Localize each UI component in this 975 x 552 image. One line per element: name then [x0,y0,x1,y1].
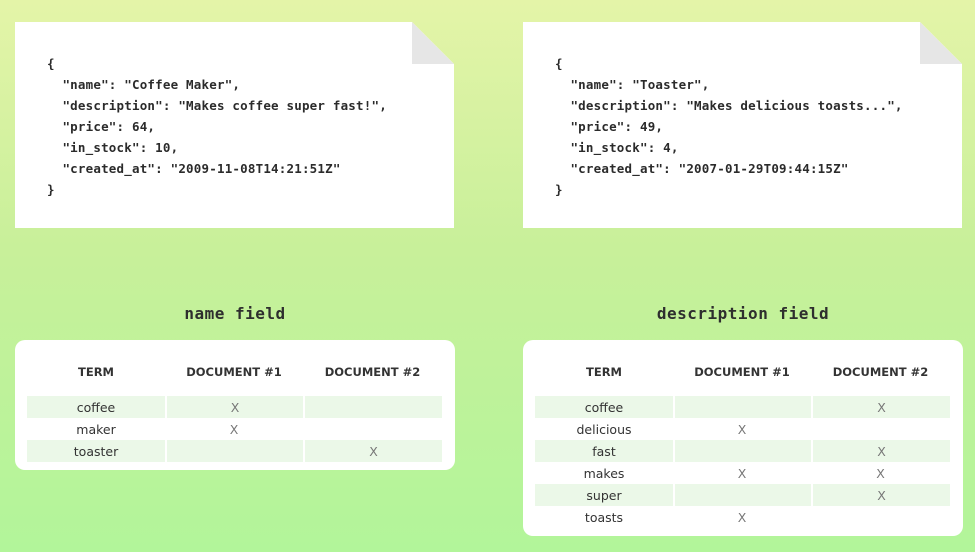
term-cell: maker [76,421,116,437]
doc2-cell: X [303,440,442,462]
doc2-cell: X [876,465,885,481]
page-fold [412,22,454,64]
doc1-cell: X [165,396,303,418]
doc1-cell: X [737,509,747,525]
doc1-cell [673,440,811,462]
doc2-cell: X [811,440,950,462]
header-document-1: DOCUMENT #1 [694,365,790,379]
description-field-title: description field [656,304,830,323]
table-row: fast X [535,440,950,462]
table-row: coffee X [535,396,950,418]
description-field-index-card: TERM DOCUMENT #1 DOCUMENT #2 coffee X de… [523,340,963,536]
document-json: { "name": "Toaster", "description": "Mak… [555,56,903,197]
doc2-cell [303,396,442,418]
header-document-2: DOCUMENT #2 [324,365,421,379]
name-field-index-card: TERM DOCUMENT #1 DOCUMENT #2 coffee X ma… [15,340,455,470]
table-row: maker X [27,418,442,440]
doc2-cell [811,418,950,440]
doc1-cell: X [737,465,747,481]
doc1-cell [673,484,811,506]
name-field-title: name field [184,304,286,323]
page-fold [920,22,962,64]
document-card-1: { "name": "Coffee Maker", "description":… [15,22,454,228]
term-cell: makes [583,465,625,481]
term-cell: coffee [535,396,673,418]
document-card-2: { "name": "Toaster", "description": "Mak… [523,22,962,228]
term-cell: delicious [576,421,632,437]
term-cell: super [535,484,673,506]
table-row: delicious X [535,418,950,440]
table-row: toasts X [535,506,950,528]
term-cell: toasts [584,509,624,525]
term-cell: fast [535,440,673,462]
doc1-cell [165,440,303,462]
doc1-cell [673,396,811,418]
inverted-index-table: TERM DOCUMENT #1 DOCUMENT #2 coffee X de… [535,357,950,528]
table-row: toaster X [27,440,442,462]
header-document-2: DOCUMENT #2 [832,365,929,379]
header-term: TERM [78,365,114,379]
table-row: super X [535,484,950,506]
doc2-cell [303,418,442,440]
table-row: makes X X [535,462,950,484]
table-row: coffee X [27,396,442,418]
doc1-cell: X [229,421,239,437]
term-cell: coffee [27,396,165,418]
term-cell: toaster [27,440,165,462]
header-document-1: DOCUMENT #1 [186,365,282,379]
document-json: { "name": "Coffee Maker", "description":… [47,56,387,197]
header-term: TERM [586,365,622,379]
doc1-cell: X [737,421,747,437]
doc2-cell: X [811,484,950,506]
inverted-index-table: TERM DOCUMENT #1 DOCUMENT #2 coffee X ma… [27,357,442,462]
doc2-cell [811,506,950,528]
doc2-cell: X [811,396,950,418]
